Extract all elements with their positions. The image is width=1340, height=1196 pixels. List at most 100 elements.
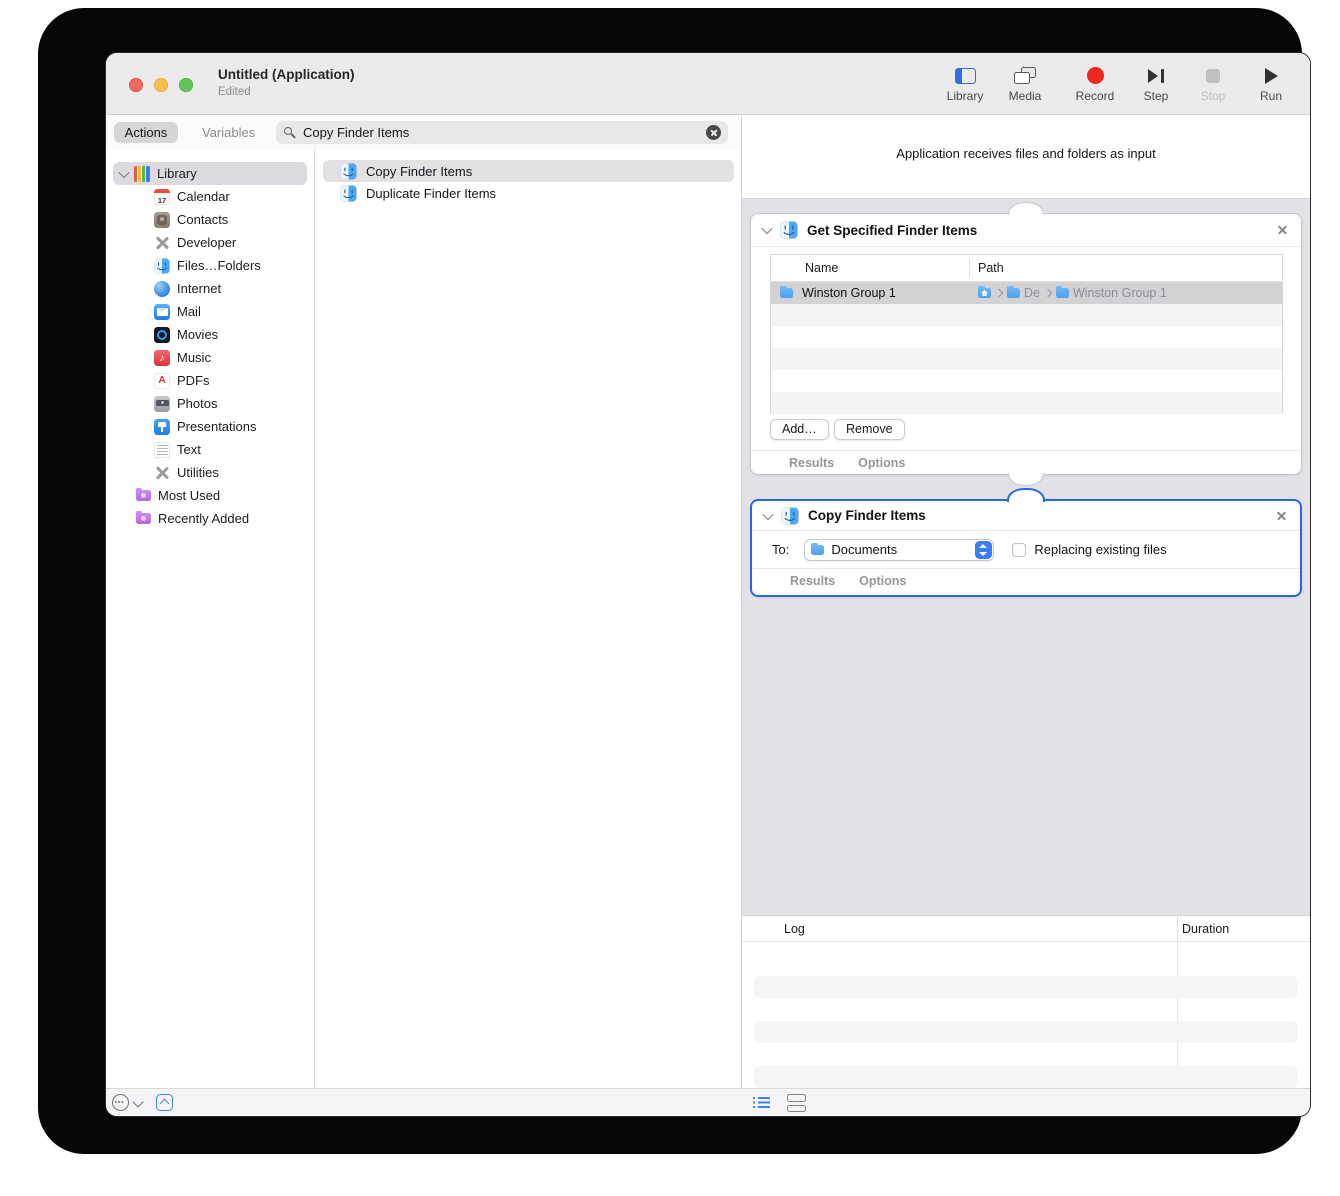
search-field[interactable] bbox=[276, 121, 728, 144]
pdf-icon bbox=[154, 372, 170, 389]
column-header-name[interactable]: Name bbox=[805, 261, 838, 275]
action-list-item-copy-finder-items[interactable]: Copy Finder Items bbox=[323, 160, 734, 182]
remove-button[interactable]: Remove bbox=[834, 419, 905, 440]
record-icon bbox=[1086, 67, 1104, 84]
library-sidebar-icon bbox=[954, 67, 976, 84]
presentations-icon bbox=[154, 418, 170, 435]
sidebar-item-presentations[interactable]: Presentations bbox=[113, 415, 307, 438]
log-list-view-icon[interactable] bbox=[753, 1097, 770, 1110]
minimize-window-button[interactable] bbox=[154, 78, 168, 92]
footer-bar bbox=[106, 1088, 1310, 1116]
folder-icon bbox=[780, 286, 793, 298]
desktop-background: Untitled (Application) Edited Library Me… bbox=[0, 0, 1340, 1196]
sidebar-item-music[interactable]: Music bbox=[113, 346, 307, 369]
sidebar-item-photos[interactable]: Photos bbox=[113, 392, 307, 415]
smart-folder-icon bbox=[135, 488, 151, 501]
window-title: Untitled (Application) bbox=[218, 67, 355, 82]
sidebar-item-contacts[interactable]: Contacts bbox=[113, 208, 307, 231]
collapse-chevron-icon[interactable] bbox=[762, 508, 774, 520]
table-row[interactable]: Winston Group 1 De Winston Group 1 bbox=[771, 282, 1282, 304]
clear-search-icon[interactable] bbox=[706, 125, 721, 140]
toolbar-run-button[interactable]: Run bbox=[1239, 66, 1303, 103]
destination-dropdown[interactable]: Documents bbox=[804, 538, 995, 561]
toolbar-library-button[interactable]: Library bbox=[933, 66, 997, 103]
sidebar-item-calendar[interactable]: Calendar bbox=[113, 185, 307, 208]
sidebar-item-text[interactable]: Text bbox=[113, 438, 307, 461]
action-block-header[interactable]: Get Specified Finder Items bbox=[751, 214, 1301, 247]
toolbar-run-label: Run bbox=[1259, 89, 1282, 103]
photos-camera-icon bbox=[154, 395, 170, 412]
action-block-copy-finder-items[interactable]: Copy Finder Items To: Documents Replacin… bbox=[750, 488, 1302, 597]
toolbar-record-button[interactable]: Record bbox=[1063, 66, 1127, 103]
table-header: Name Path bbox=[771, 255, 1282, 282]
close-icon[interactable] bbox=[1276, 224, 1289, 237]
tab-actions[interactable]: Actions bbox=[114, 122, 178, 143]
log-empty-row bbox=[754, 1021, 1298, 1043]
log-column-divider[interactable] bbox=[1177, 916, 1178, 1088]
sidebar-item-pdfs[interactable]: PDFs bbox=[113, 369, 307, 392]
results-toggle[interactable]: Results bbox=[789, 456, 834, 470]
options-toggle[interactable]: Options bbox=[858, 456, 905, 470]
zoom-window-button[interactable] bbox=[179, 78, 193, 92]
sidebar-item-label: Recently Added bbox=[158, 511, 250, 526]
mail-icon bbox=[154, 303, 170, 320]
sidebar-item-label: Library bbox=[157, 166, 197, 181]
action-label: Copy Finder Items bbox=[366, 163, 473, 179]
action-connector-top bbox=[1007, 488, 1045, 502]
search-icon bbox=[283, 126, 297, 140]
calendar-icon bbox=[154, 188, 170, 205]
automator-window: Untitled (Application) Edited Library Me… bbox=[106, 53, 1310, 1116]
toolbar-media-button[interactable]: Media bbox=[993, 66, 1057, 103]
home-folder-icon bbox=[978, 286, 991, 298]
sidebar-item-developer[interactable]: Developer bbox=[113, 231, 307, 254]
sidebar-item-movies[interactable]: Movies bbox=[113, 323, 307, 346]
duration-column-header[interactable]: Duration bbox=[1182, 922, 1229, 936]
toolbar-record-label: Record bbox=[1075, 89, 1115, 103]
text-document-icon bbox=[154, 441, 170, 458]
log-pane-view-icon[interactable] bbox=[787, 1094, 806, 1112]
table-row-empty bbox=[771, 304, 1282, 326]
add-button[interactable]: Add… bbox=[770, 419, 829, 440]
finder-items-table[interactable]: Name Path Winston Group 1 De Winston Gro… bbox=[770, 254, 1283, 414]
action-label: Duplicate Finder Items bbox=[366, 185, 497, 201]
title-bar: Untitled (Application) Edited Library Me… bbox=[106, 53, 1310, 115]
dropdown-stepper-icon bbox=[974, 540, 992, 559]
to-label: To: bbox=[772, 542, 790, 557]
column-header-path[interactable]: Path bbox=[978, 261, 1004, 275]
results-toggle[interactable]: Results bbox=[790, 574, 835, 588]
replacing-existing-files-checkbox[interactable] bbox=[1012, 542, 1027, 557]
collapse-panel-icon[interactable] bbox=[156, 1094, 173, 1111]
search-input[interactable] bbox=[303, 125, 700, 140]
close-window-button[interactable] bbox=[129, 78, 143, 92]
sidebar-item-label: Movies bbox=[177, 327, 219, 342]
action-list-item-duplicate-finder-items[interactable]: Duplicate Finder Items bbox=[323, 182, 734, 204]
workflow-panel: Application receives files and folders a… bbox=[741, 116, 1310, 1088]
window-shadow: Untitled (Application) Edited Library Me… bbox=[38, 8, 1310, 1154]
toolbar-library-label: Library bbox=[946, 89, 984, 103]
log-column-header[interactable]: Log bbox=[784, 922, 805, 936]
sidebar-item-most-used[interactable]: Most Used bbox=[113, 484, 307, 507]
options-toggle[interactable]: Options bbox=[859, 574, 906, 588]
sidebar-item-utilities[interactable]: Utilities bbox=[113, 461, 307, 484]
utilities-tools-icon bbox=[154, 465, 170, 481]
action-block-header[interactable]: Copy Finder Items bbox=[752, 501, 1300, 531]
more-options-icon[interactable] bbox=[112, 1094, 129, 1111]
sidebar-item-internet[interactable]: Internet bbox=[113, 277, 307, 300]
sidebar-item-mail[interactable]: Mail bbox=[113, 300, 307, 323]
sidebar-item-library[interactable]: Library bbox=[113, 162, 307, 185]
library-books-icon bbox=[134, 165, 150, 182]
sidebar-item-recently-added[interactable]: Recently Added bbox=[113, 507, 307, 530]
music-icon bbox=[154, 349, 170, 366]
collapse-chevron-icon[interactable] bbox=[761, 222, 773, 235]
tab-variables[interactable]: Variables bbox=[202, 122, 255, 143]
action-block-title: Copy Finder Items bbox=[808, 508, 926, 523]
close-icon[interactable] bbox=[1275, 509, 1288, 522]
toolbar-stop-label: Stop bbox=[1200, 89, 1226, 103]
sidebar-item-files-folders[interactable]: Files…Folders bbox=[113, 254, 307, 277]
disclosure-chevron-icon[interactable] bbox=[118, 166, 130, 178]
action-block-get-specified-finder-items[interactable]: Get Specified Finder Items Name Path Win… bbox=[750, 202, 1302, 486]
toolbar-step-button[interactable]: Step bbox=[1124, 66, 1188, 103]
chevron-down-icon[interactable] bbox=[132, 1096, 144, 1108]
block-footer: Results Options bbox=[790, 569, 906, 593]
log-empty-row bbox=[754, 1066, 1298, 1088]
